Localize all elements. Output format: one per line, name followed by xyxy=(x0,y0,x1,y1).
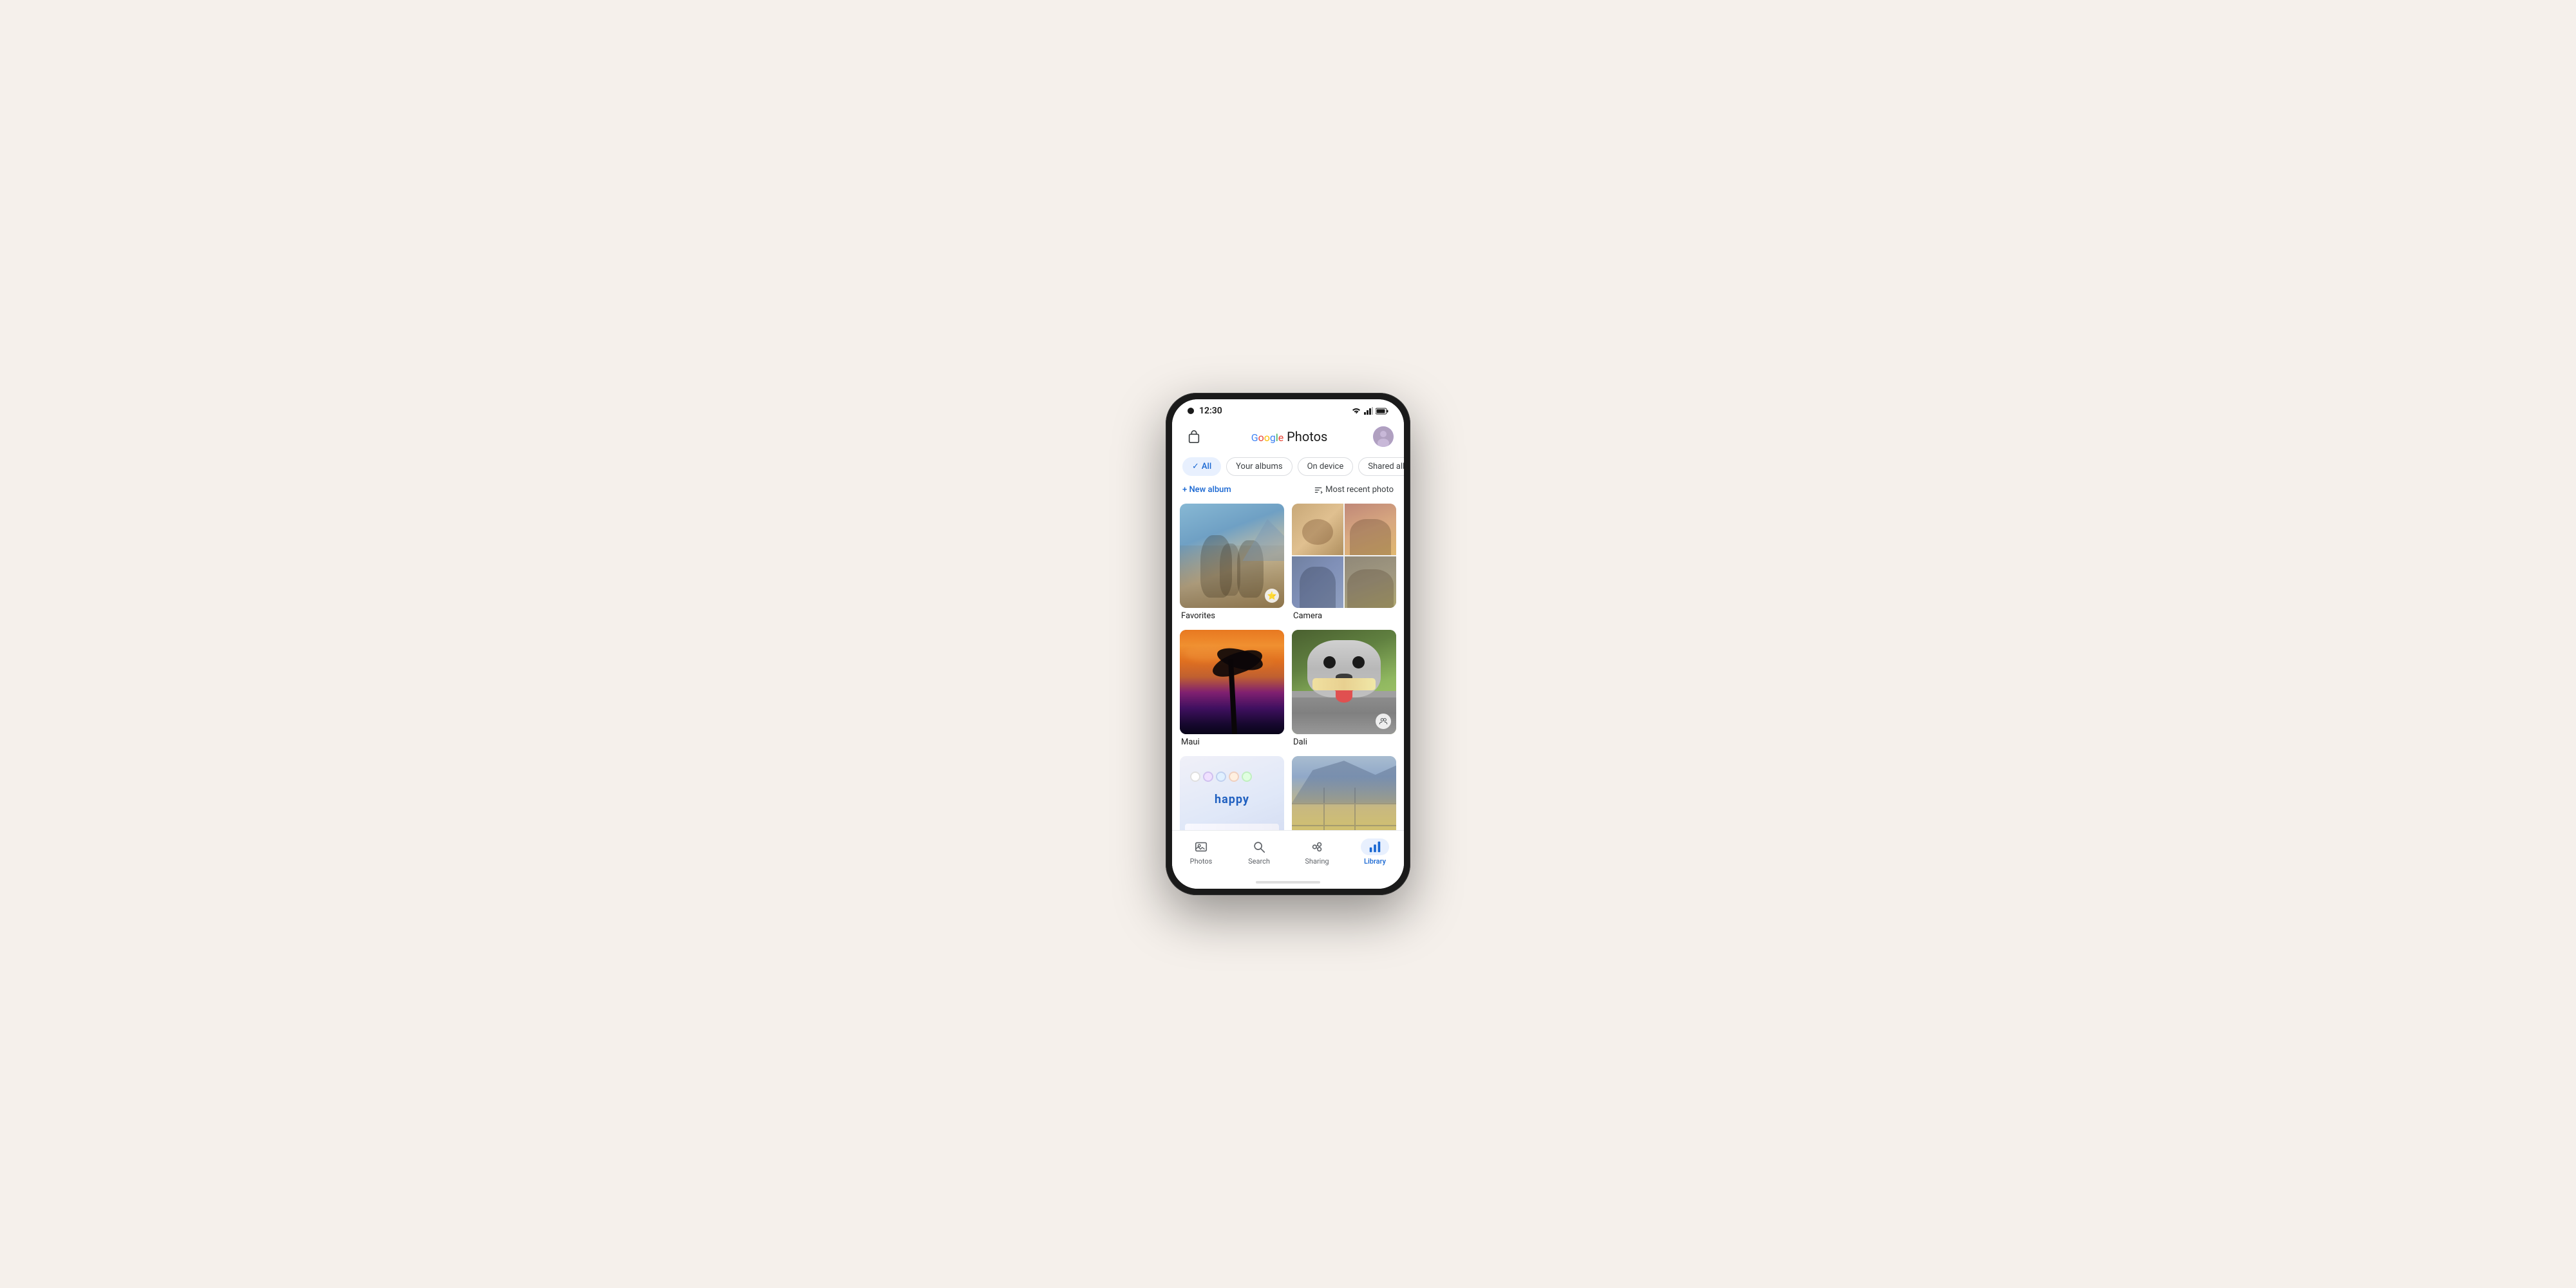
star-badge: ⭐ xyxy=(1265,589,1279,603)
search-icon xyxy=(1252,840,1266,854)
album-maui-label: Maui xyxy=(1180,734,1284,748)
album-dali-thumb xyxy=(1292,630,1396,734)
status-time: 12:30 xyxy=(1199,406,1222,416)
nav-sharing-icon-container xyxy=(1303,838,1331,855)
avatar-image xyxy=(1373,426,1394,447)
sort-icon xyxy=(1314,486,1323,495)
nav-library-label: Library xyxy=(1364,857,1386,866)
bag-button[interactable] xyxy=(1182,425,1206,448)
camera-quad-4 xyxy=(1345,556,1396,608)
album-happy[interactable]: happy xyxy=(1180,756,1284,830)
filter-shared-label: Shared albu… xyxy=(1368,462,1404,471)
sort-label: Most recent photo xyxy=(1325,485,1394,495)
nav-photos[interactable]: Photos xyxy=(1172,836,1230,868)
battery-icon xyxy=(1376,408,1388,415)
aerial-photo xyxy=(1292,756,1396,830)
library-icon xyxy=(1368,840,1382,854)
new-album-button[interactable]: + New album xyxy=(1182,485,1231,495)
photos-icon xyxy=(1194,840,1208,854)
album-favorites-label: Favorites xyxy=(1180,608,1284,622)
album-aerial-thumb xyxy=(1292,756,1396,830)
filter-all-label: All xyxy=(1202,462,1211,471)
albums-scroll-area[interactable]: ⭐ Favorites xyxy=(1172,501,1404,830)
sort-button[interactable]: Most recent photo xyxy=(1314,485,1394,495)
logo-o1: o xyxy=(1258,431,1264,444)
front-camera xyxy=(1188,408,1194,414)
shared-badge xyxy=(1376,714,1391,729)
album-aerial[interactable] xyxy=(1292,756,1396,830)
album-camera[interactable]: Camera xyxy=(1292,504,1396,622)
nav-sharing-label: Sharing xyxy=(1305,857,1329,866)
camera-quad-1 xyxy=(1292,504,1343,555)
filter-on-device-label: On device xyxy=(1307,462,1344,471)
nav-photos-label: Photos xyxy=(1190,857,1213,866)
nav-photos-icon-container xyxy=(1187,838,1215,855)
album-happy-thumb: happy xyxy=(1180,756,1284,830)
filter-your-albums-label: Your albums xyxy=(1236,462,1282,471)
wifi-icon xyxy=(1351,407,1361,415)
filter-tab-on-device[interactable]: On device xyxy=(1298,457,1354,476)
nav-search-icon-container xyxy=(1245,838,1273,855)
nav-library-icon-container xyxy=(1361,838,1389,855)
camera-quad-2 xyxy=(1345,504,1396,555)
album-dali[interactable]: Dali xyxy=(1292,630,1396,748)
user-avatar[interactable] xyxy=(1373,426,1394,447)
logo-o2: o xyxy=(1264,431,1270,444)
status-bar: 12:30 xyxy=(1172,399,1404,420)
bottom-nav: Photos Search xyxy=(1172,830,1404,876)
nav-search[interactable]: Search xyxy=(1230,836,1288,868)
phone-screen: 12:30 xyxy=(1172,399,1404,889)
home-indicator xyxy=(1172,876,1404,889)
filter-tab-all[interactable]: ✓ All xyxy=(1182,457,1221,476)
google-photos-logo: Google Photos xyxy=(1251,429,1328,444)
filter-tab-shared[interactable]: Shared albu… xyxy=(1358,457,1404,476)
status-left: 12:30 xyxy=(1188,406,1222,416)
shared-icon xyxy=(1379,717,1388,726)
new-album-label: + New album xyxy=(1182,485,1231,495)
filter-tabs: ✓ All Your albums On device Shared albu… xyxy=(1172,455,1404,482)
logo-g: G xyxy=(1251,431,1258,444)
sharing-icon xyxy=(1310,840,1324,854)
action-row: + New album Most recent photo xyxy=(1172,482,1404,501)
filter-tab-your-albums[interactable]: Your albums xyxy=(1226,457,1292,476)
bag-icon xyxy=(1187,430,1201,444)
signal-icon xyxy=(1364,407,1373,415)
logo-e2: e xyxy=(1278,431,1283,444)
camera-quad-grid xyxy=(1292,504,1396,608)
check-icon: ✓ xyxy=(1192,462,1199,471)
nav-search-label: Search xyxy=(1248,857,1270,866)
happy-photo: happy xyxy=(1180,756,1284,830)
album-camera-thumb xyxy=(1292,504,1396,608)
album-maui-thumb xyxy=(1180,630,1284,734)
phone-frame: 12:30 xyxy=(1166,393,1410,895)
album-camera-label: Camera xyxy=(1292,608,1396,622)
album-favorites-thumb: ⭐ xyxy=(1180,504,1284,608)
album-favorites[interactable]: ⭐ Favorites xyxy=(1180,504,1284,622)
nav-library[interactable]: Library xyxy=(1346,836,1404,868)
maui-photo xyxy=(1180,630,1284,734)
status-icons xyxy=(1351,407,1388,415)
nav-sharing[interactable]: Sharing xyxy=(1288,836,1346,868)
home-bar xyxy=(1256,881,1320,884)
app-header: Google Photos xyxy=(1172,420,1404,455)
album-maui[interactable]: Maui xyxy=(1180,630,1284,748)
albums-grid: ⭐ Favorites xyxy=(1180,504,1396,830)
album-dali-label: Dali xyxy=(1292,734,1396,748)
camera-quad-3 xyxy=(1292,556,1343,608)
logo-gl: g xyxy=(1270,431,1276,444)
